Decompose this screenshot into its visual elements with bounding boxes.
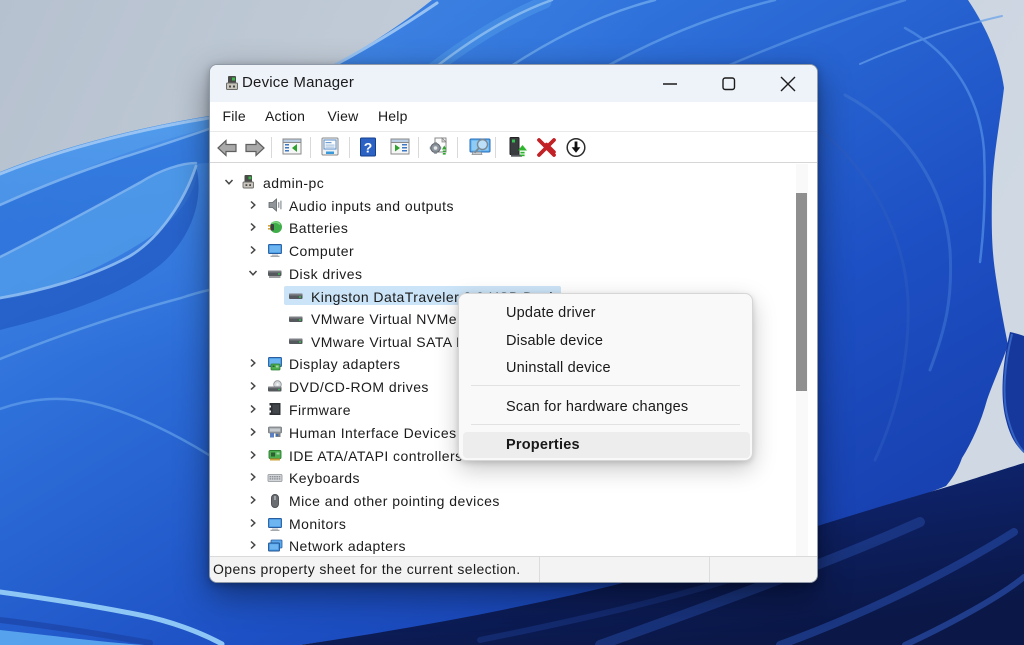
svg-text:?: ?: [364, 140, 373, 156]
